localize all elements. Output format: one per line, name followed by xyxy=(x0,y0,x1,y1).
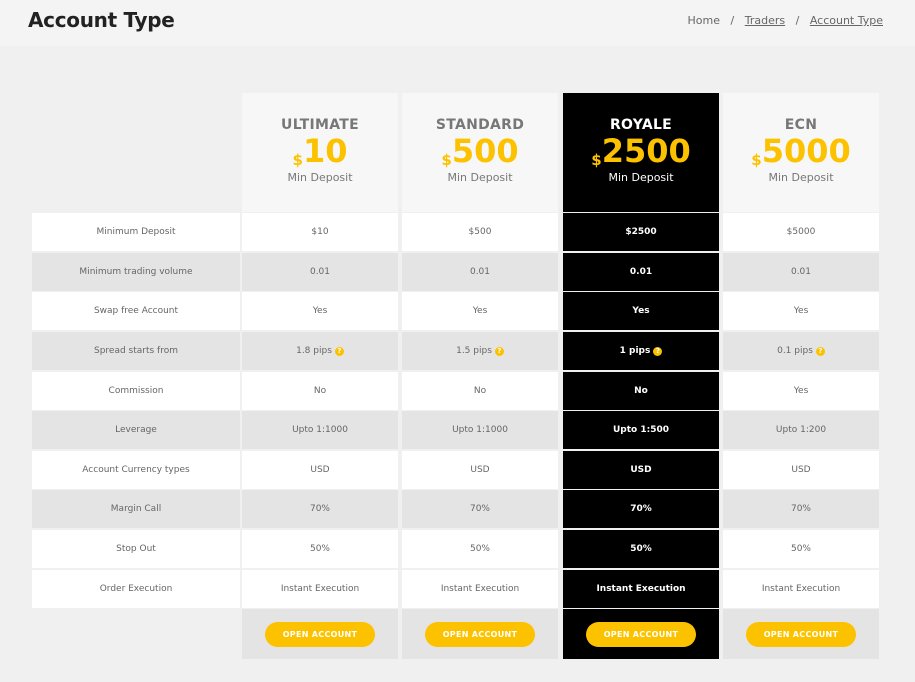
plan-price: $2500 xyxy=(563,135,719,168)
plan-price: $500 xyxy=(402,135,558,168)
row-label: Leverage xyxy=(32,411,240,449)
table-cell: $5000 xyxy=(723,213,879,251)
plan-name: ULTIMATE xyxy=(281,117,359,133)
table-cell: $500 xyxy=(402,213,558,251)
plan-name: STANDARD xyxy=(435,117,525,133)
plan-footer: OPEN ACCOUNT xyxy=(563,609,719,659)
table-cell: Instant Execution xyxy=(242,570,398,608)
plan-subtitle: Min Deposit xyxy=(287,171,353,184)
row-label: Commission xyxy=(32,372,240,410)
table-cell: $2500 xyxy=(563,213,719,251)
cell-value: 1 pips xyxy=(619,346,651,356)
table-cell: 50% xyxy=(402,530,558,568)
table-cell: USD xyxy=(402,451,558,489)
table-cell: Instant Execution xyxy=(563,570,719,608)
page-header: Account Type Home / Traders / Account Ty… xyxy=(0,0,915,46)
currency-symbol: $ xyxy=(292,151,303,169)
table-cell: No xyxy=(563,372,719,410)
row-label: Stop Out xyxy=(32,530,240,568)
question-circle-icon[interactable]: ? xyxy=(653,346,663,356)
plan-price: $10 xyxy=(242,135,398,168)
cell-value: 1.8 pips xyxy=(296,346,332,356)
open-account-button-ecn[interactable]: OPEN ACCOUNT xyxy=(746,621,856,647)
currency-symbol: $ xyxy=(751,151,762,169)
table-cell: 1.5 pips? xyxy=(402,332,558,370)
plan-price: $5000 xyxy=(723,135,879,168)
table-cell: No xyxy=(242,372,398,410)
table-cell: Yes xyxy=(723,372,879,410)
table-cell: Yes xyxy=(402,292,558,330)
row-label: Account Currency types xyxy=(32,451,240,489)
table-cell: 70% xyxy=(723,490,879,528)
plan-name: ECN xyxy=(784,117,818,133)
row-label: Margin Call xyxy=(32,490,240,528)
table-cell: 1.8 pips? xyxy=(242,332,398,370)
plan-footer: OPEN ACCOUNT xyxy=(402,609,558,659)
plan-footer: OPEN ACCOUNT xyxy=(242,609,398,659)
row-label: Spread starts from xyxy=(32,332,240,370)
cell-value: 0.1 pips xyxy=(777,346,813,356)
table-cell: Instant Execution xyxy=(402,570,558,608)
plan-amount: 500 xyxy=(451,132,519,170)
row-label: Order Execution xyxy=(32,570,240,608)
question-circle-icon[interactable]: ? xyxy=(334,346,344,356)
table-cell: 0.01 xyxy=(402,253,558,291)
table-cell: USD xyxy=(563,451,719,489)
breadcrumb-account-type[interactable]: Account Type xyxy=(810,14,883,27)
table-cell: USD xyxy=(242,451,398,489)
open-account-button-ultimate[interactable]: OPEN ACCOUNT xyxy=(265,621,375,647)
plan-amount: 2500 xyxy=(601,132,691,170)
table-cell: Yes xyxy=(723,292,879,330)
plan-subtitle: Min Deposit xyxy=(608,171,674,184)
breadcrumb-separator: / xyxy=(795,14,800,27)
cell-value: 1.5 pips xyxy=(456,346,492,356)
plan-amount: 10 xyxy=(302,132,348,170)
question-circle-icon[interactable]: ? xyxy=(815,346,825,356)
plan-header-royale: ROYALE $2500 Min Deposit xyxy=(563,93,719,212)
table-cell: Upto 1:1000 xyxy=(402,411,558,449)
table-cell: Yes xyxy=(242,292,398,330)
table-cell: 0.1 pips? xyxy=(723,332,879,370)
table-cell: No xyxy=(402,372,558,410)
currency-symbol: $ xyxy=(591,151,602,169)
breadcrumb-separator: / xyxy=(730,14,735,27)
breadcrumb: Home / Traders / Account Type xyxy=(688,14,883,27)
table-cell: 0.01 xyxy=(563,253,719,291)
open-account-button-royale[interactable]: OPEN ACCOUNT xyxy=(586,621,696,647)
question-circle-icon[interactable]: ? xyxy=(494,346,504,356)
table-cell: 1 pips? xyxy=(563,332,719,370)
open-account-button-standard[interactable]: OPEN ACCOUNT xyxy=(425,621,535,647)
plan-name: ROYALE xyxy=(609,117,673,133)
table-cell: 70% xyxy=(402,490,558,528)
table-cell: Upto 1:1000 xyxy=(242,411,398,449)
currency-symbol: $ xyxy=(441,151,452,169)
plan-header-ultimate: ULTIMATE $10 Min Deposit xyxy=(242,93,398,212)
row-label: Swap free Account xyxy=(32,292,240,330)
row-label: Minimum trading volume xyxy=(32,253,240,291)
breadcrumb-traders[interactable]: Traders xyxy=(745,14,785,27)
table-cell: $10 xyxy=(242,213,398,251)
table-cell: 50% xyxy=(563,530,719,568)
table-cell: 70% xyxy=(242,490,398,528)
table-cell: 50% xyxy=(242,530,398,568)
page-title: Account Type xyxy=(28,8,175,32)
table-cell: Upto 1:200 xyxy=(723,411,879,449)
breadcrumb-home[interactable]: Home xyxy=(688,14,720,27)
plan-subtitle: Min Deposit xyxy=(447,171,513,184)
table-cell: 0.01 xyxy=(723,253,879,291)
plan-header-ecn: ECN $5000 Min Deposit xyxy=(723,93,879,212)
row-label: Minimum Deposit xyxy=(32,213,240,251)
table-cell: 0.01 xyxy=(242,253,398,291)
table-cell: 70% xyxy=(563,490,719,528)
table-cell: USD xyxy=(723,451,879,489)
plan-header-standard: STANDARD $500 Min Deposit xyxy=(402,93,558,212)
plan-amount: 5000 xyxy=(761,132,851,170)
table-cell: Yes xyxy=(563,292,719,330)
table-cell: Upto 1:500 xyxy=(563,411,719,449)
plan-footer: OPEN ACCOUNT xyxy=(723,609,879,659)
table-cell: Instant Execution xyxy=(723,570,879,608)
plan-subtitle: Min Deposit xyxy=(768,171,834,184)
table-cell: 50% xyxy=(723,530,879,568)
